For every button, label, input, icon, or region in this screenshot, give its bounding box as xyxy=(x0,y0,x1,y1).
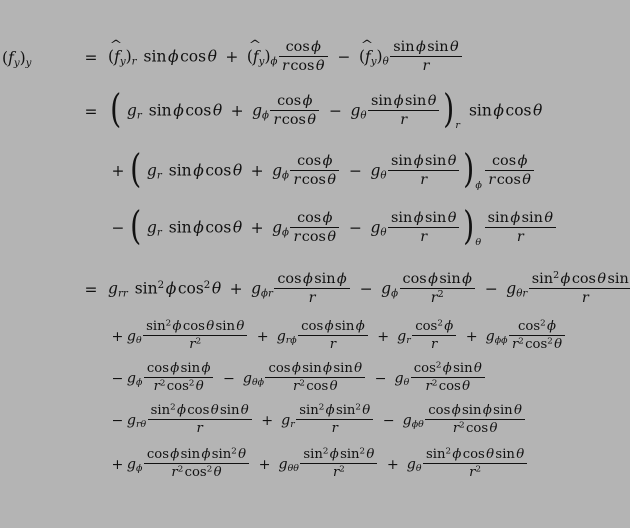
equation-line-3: +(gr sin ϕ cos θ + gϕ cos ϕr cos θ − gθ sin… xyxy=(0,146,630,193)
left-paren-big: ( xyxy=(130,203,142,250)
equation-line-7-body: − gϕ cos ϕ sin ϕ r2 cos2 θ − gθϕ cos ϕ sin ϕ… xyxy=(108,361,630,395)
equation-line-6: + gθ sin2 ϕ cos θ sin θ r2 + grϕ cos ϕ sin ϕ… xyxy=(0,319,630,353)
left-paren-big: ( xyxy=(130,146,142,193)
equation-line-4: −(gr sin ϕ cos θ + gϕ cos ϕr cos θ − gθ sin… xyxy=(0,203,630,250)
paren-subscript-r: r xyxy=(455,119,460,131)
paren-subscript-theta: θ xyxy=(475,236,482,248)
paren-subscript-phi: ϕ xyxy=(475,179,482,191)
equation-line-2: = (gr sin ϕ cos θ + gϕ cos ϕr cos θ − gθ si… xyxy=(0,86,630,133)
fraction: sin ϕ sin θr xyxy=(390,39,462,74)
equation-line-5-body: grr sin2 ϕ cos2 θ + gϕr cos ϕ sin ϕr − gϕ c… xyxy=(108,271,630,307)
left-paren-big: ( xyxy=(110,86,122,133)
relation-equals-1: = xyxy=(84,48,98,67)
equation-line-5: = grr sin2 ϕ cos2 θ + gϕr cos ϕ sin ϕr − g… xyxy=(0,271,630,307)
relation-equals-3: = xyxy=(84,280,98,299)
relation-equals-2: = xyxy=(84,103,98,122)
equation-left-hand-side: (fy)y xyxy=(2,48,32,69)
equation-line-2-body: (gr sin ϕ cos θ + gϕ cos ϕr cos θ − gθ sin … xyxy=(110,86,543,133)
equation-line-9: + gϕ cos ϕ sin ϕ sin2 θ r2 cos2 θ + gθθ sin2… xyxy=(0,447,630,481)
fraction: cos ϕr cos θ xyxy=(278,39,328,74)
right-paren-big: ) xyxy=(443,86,455,133)
equation-line-8-body: − grθ sin2 ϕ cos θ sin θr + gr sin2 ϕ sin2 … xyxy=(108,403,630,437)
equation-line-1-body: (fy)rsin ϕ cos θ + (fy)ϕcos ϕr cos θ − (… xyxy=(108,39,630,75)
equation-line-4-body: −(gr sin ϕ cos θ + gϕ cos ϕr cos θ − gθ sin… xyxy=(108,203,630,250)
equation-line-6-body: + gθ sin2 ϕ cos θ sin θ r2 + grϕ cos ϕ sin ϕ… xyxy=(108,319,630,353)
equation-line-7: − gϕ cos ϕ sin ϕ r2 cos2 θ − gθϕ cos ϕ sin ϕ… xyxy=(0,361,630,395)
right-paren-big: ) xyxy=(463,203,475,250)
equation-line-3-body: +(gr sin ϕ cos θ + gϕ cos ϕr cos θ − gθ sin… xyxy=(108,146,630,193)
equation-block: (fy)y = (fy)rsin ϕ cos θ + (fy)ϕcos ϕr c… xyxy=(0,0,630,528)
right-paren-big: ) xyxy=(463,146,475,193)
equation-line-1: (fy)y = (fy)rsin ϕ cos θ + (fy)ϕcos ϕr c… xyxy=(0,39,630,75)
equation-line-9-body: + gϕ cos ϕ sin ϕ sin2 θ r2 cos2 θ + gθθ sin2… xyxy=(108,447,630,481)
equation-line-8: − grθ sin2 ϕ cos θ sin θr + gr sin2 ϕ sin2 … xyxy=(0,403,630,437)
